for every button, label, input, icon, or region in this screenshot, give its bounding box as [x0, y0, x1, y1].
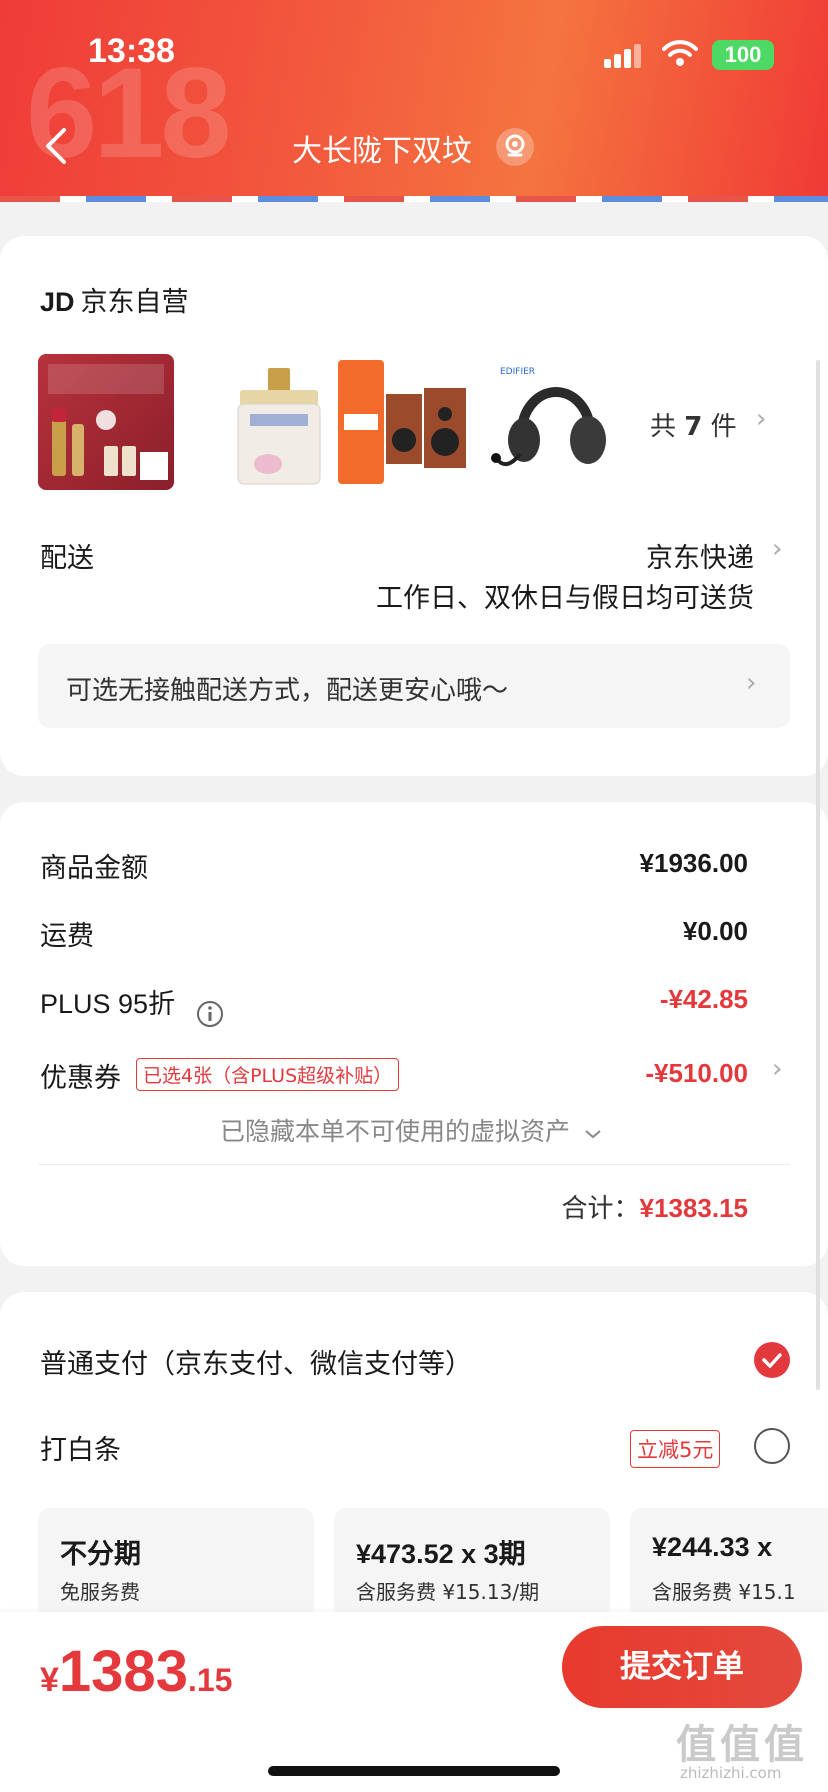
battery-indicator: 100 — [712, 40, 774, 70]
coupon-label: 优惠券 — [40, 1063, 121, 1094]
delivery-label: 配送 — [40, 543, 94, 574]
watermark-logo: 值值值 — [676, 1722, 808, 1768]
price-decimal: .15 — [187, 1662, 233, 1698]
coupon-chevron-icon[interactable]: › — [772, 1054, 782, 1084]
product-thumb-headset[interactable]: EDIFIER — [486, 354, 622, 490]
summary-divider — [38, 1164, 790, 1165]
total-line: 合计：¥1383.15 — [562, 1188, 748, 1225]
plan-sub: 免服务费 — [60, 1580, 140, 1604]
store-label: 京东自营 — [80, 287, 189, 318]
product-thumb-lipstick[interactable] — [38, 354, 174, 490]
svg-text:EDIFIER: EDIFIER — [500, 367, 535, 377]
hidden-assets-note[interactable]: 已隐藏本单不可使用的虚拟资产 — [220, 1112, 602, 1148]
back-arrow-icon[interactable] — [40, 126, 70, 166]
normal-pay-label[interactable]: 普通支付（京东支付、微信支付等） — [40, 1342, 472, 1381]
installment-plan-1[interactable]: 不分期 免服务费 — [38, 1508, 314, 1618]
coupon-tag[interactable]: 已选4张（含PLUS超级补贴） — [136, 1058, 400, 1091]
price-currency: ¥ — [40, 1661, 59, 1699]
delivery-time: 工作日、双休日与假日均可送货 — [376, 583, 754, 614]
item-count-number: 7 — [684, 412, 703, 442]
status-time: 13:38 — [88, 32, 175, 70]
goods-amount-label: 商品金额 — [40, 853, 148, 884]
total-value: ¥1383.15 — [639, 1193, 748, 1223]
plan-title: ¥244.33 x — [652, 1532, 773, 1562]
contactless-notice[interactable]: 可选无接触配送方式，配送更安心哦～ › — [38, 644, 790, 728]
goods-amount-value: ¥1936.00 — [639, 848, 748, 878]
product-thumb-essence[interactable] — [210, 354, 346, 490]
header-banner: 618 13:38 100 大长陇下双坟 — [0, 0, 828, 200]
info-icon[interactable] — [196, 1000, 224, 1028]
price-integer: 1383 — [58, 1639, 188, 1704]
final-price: ¥1383.15 — [40, 1638, 232, 1705]
watermark-url: zhizhizhi.com — [680, 1764, 782, 1782]
item-count[interactable]: 共 7 件 — [650, 406, 737, 443]
notice-chevron-icon[interactable]: › — [746, 668, 756, 698]
store-name: JD 京东自营 — [40, 280, 189, 319]
cellular-signal-icon — [604, 44, 641, 68]
plus-discount-value: -¥42.85 — [659, 984, 748, 1014]
plan-sub: 含服务费 ¥15.13/期 — [356, 1580, 540, 1604]
product-thumb-speakers[interactable] — [334, 354, 470, 490]
contactless-text: 可选无接触配送方式，配送更安心哦～ — [66, 676, 509, 706]
shipping-label: 运费 — [40, 921, 94, 952]
plan-sub: 含服务费 ¥15.1 — [652, 1580, 796, 1604]
item-count-suffix: 件 — [710, 412, 737, 442]
address-title[interactable]: 大长陇下双坟 — [292, 126, 472, 170]
baitiao-discount-tag: 立减5元 — [630, 1430, 721, 1468]
items-chevron-icon[interactable]: › — [756, 404, 766, 434]
airmail-gap — [0, 202, 828, 218]
scrollbar[interactable] — [816, 360, 820, 1390]
delivery-chevron-icon[interactable]: › — [772, 534, 782, 564]
delivery-method[interactable]: 京东快递 — [646, 536, 754, 575]
chevron-down-icon — [585, 1130, 601, 1139]
plus-discount-label: PLUS 95折 — [40, 989, 176, 1019]
installment-plan-2[interactable]: ¥473.52 x 3期 含服务费 ¥15.13/期 — [334, 1508, 610, 1618]
baitiao-radio[interactable] — [754, 1428, 790, 1464]
hidden-assets-text: 已隐藏本单不可使用的虚拟资产 — [220, 1117, 571, 1146]
submit-order-button[interactable]: 提交订单 — [562, 1626, 802, 1708]
home-indicator[interactable] — [268, 1766, 560, 1776]
shipping-value: ¥0.00 — [682, 916, 748, 946]
order-card: JD 京东自营 EDIFIER 共 7 件 › 配送 京东快递 › 工作日、双休… — [0, 236, 828, 776]
baitiao-label[interactable]: 打白条 — [40, 1428, 121, 1467]
total-label: 合计： — [561, 1194, 640, 1224]
installment-plan-3[interactable]: ¥244.33 x 含服务费 ¥15.1 — [630, 1508, 828, 1618]
plan-title: 不分期 — [60, 1539, 141, 1569]
wifi-icon — [662, 40, 698, 66]
item-count-prefix: 共 — [650, 412, 677, 442]
plan-title: ¥473.52 x 3期 — [356, 1539, 526, 1569]
coupon-value[interactable]: -¥510.00 — [645, 1058, 748, 1089]
location-pin-icon[interactable] — [496, 128, 534, 166]
checkmark-icon[interactable] — [754, 1342, 790, 1378]
jd-logo: JD — [40, 287, 75, 317]
